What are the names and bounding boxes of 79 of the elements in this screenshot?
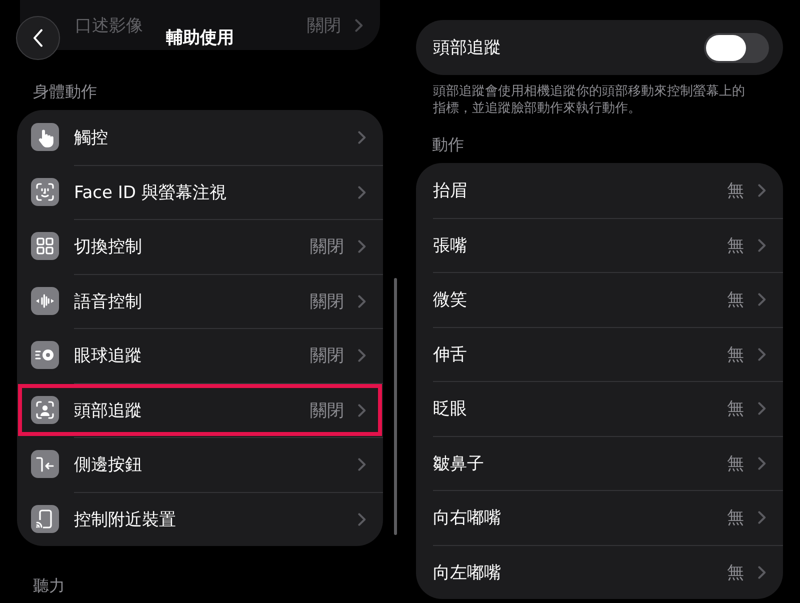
chevron-icon [358, 349, 366, 362]
row-value: 無 [727, 452, 744, 475]
chevron-icon [355, 18, 363, 32]
row-label: 張嘴 [433, 234, 468, 257]
person-frame-icon [31, 396, 59, 424]
chevron-icon [758, 293, 766, 306]
chevron-icon [758, 238, 766, 252]
chevron-icon [758, 566, 766, 579]
row-value: 無 [727, 234, 744, 257]
row-label: 微笑 [433, 289, 468, 312]
row-label: 語音控制 [74, 290, 143, 313]
chevron-icon [758, 456, 766, 470]
settings-row[interactable]: 向右嘟嘴 無 [416, 490, 783, 544]
settings-row[interactable]: 微笑 無 [416, 272, 783, 326]
settings-row[interactable]: 語音控制 關閉 [17, 274, 383, 328]
description-text: 頭部追蹤會使用相機追蹤你的頭部移動來控制螢幕上的指標，並追蹤臉部動作來執行動作。 [433, 83, 746, 117]
row-value: 無 [727, 180, 744, 202]
row-value: 無 [727, 344, 744, 366]
settings-row[interactable]: 觸控 [17, 110, 383, 164]
chevron-icon [758, 511, 766, 524]
settings-row[interactable]: 眨眼 無 [416, 381, 783, 436]
row-value: 關閉 [310, 236, 344, 258]
row-label: 皺鼻子 [433, 452, 485, 475]
row-value: 關閉 [307, 14, 341, 36]
chevron-icon [758, 402, 766, 416]
chevron-icon [358, 130, 366, 144]
settings-row[interactable]: 皺鼻子 無 [416, 436, 783, 490]
settings-row[interactable]: 眼球追蹤 關閉 [17, 328, 383, 382]
row-label: 觸控 [74, 126, 109, 149]
row-value: 無 [727, 398, 744, 420]
row-value: 無 [727, 562, 744, 584]
row-label: 抬眉 [433, 180, 468, 202]
settings-row[interactable]: 抬眉 無 [416, 163, 783, 218]
chevron-left-icon [33, 28, 43, 46]
row-label: 控制附近裝置 [74, 508, 177, 531]
toggle-switch[interactable] [704, 32, 769, 62]
row-value: 關閉 [310, 290, 344, 313]
chevron-icon [358, 512, 366, 526]
hand-pointer-icon [31, 123, 59, 152]
section-header: 身體動作 [32, 81, 98, 103]
settings-row[interactable]: 控制附近裝置 [17, 492, 383, 546]
row-label: 向左嘟嘴 [433, 562, 502, 584]
chevron-icon [758, 348, 766, 361]
chevron-icon [358, 240, 366, 254]
face-frame-icon [31, 178, 59, 206]
chevron-icon [358, 458, 366, 472]
row-label: 頭部追蹤 [74, 400, 143, 422]
settings-row[interactable]: 張嘴 無 [416, 218, 783, 272]
settings-row[interactable]: 伸舌 無 [416, 326, 783, 381]
chevron-icon [358, 294, 366, 308]
row-value: 無 [727, 507, 744, 530]
row-label: 口述影像 [75, 14, 143, 36]
settings-row[interactable]: 頭部追蹤 關閉 [17, 382, 383, 437]
section-header: 動作 [431, 134, 465, 156]
chevron-icon [358, 186, 366, 199]
settings-row[interactable]: Face ID 與螢幕注視 [17, 164, 383, 219]
settings-row[interactable]: 向左嘟嘴 無 [416, 544, 783, 599]
chevron-icon [358, 404, 366, 417]
row-label: 側邊按鈕 [74, 454, 143, 476]
row-value: 關閉 [310, 345, 344, 368]
row-label: 眨眼 [433, 398, 468, 420]
row-label: 伸舌 [433, 344, 468, 366]
row-label: 眼球追蹤 [74, 345, 143, 368]
toggle-label: 頭部追蹤 [433, 37, 502, 59]
row-label: 向右嘟嘴 [433, 507, 502, 530]
waveform-icon [31, 286, 59, 315]
row-value: 關閉 [310, 400, 344, 422]
page-title: 輔助使用 [166, 27, 234, 49]
settings-row[interactable]: 側邊按鈕 [17, 437, 383, 492]
arrow-bracket-icon [31, 450, 59, 478]
phone-signal-icon [31, 504, 59, 533]
row-label: Face ID 與螢幕注視 [74, 182, 228, 204]
section-header: 聽力 [32, 575, 66, 597]
row-label: 切換控制 [74, 236, 143, 258]
chevron-icon [758, 184, 766, 197]
back-button[interactable] [16, 16, 60, 60]
grid-icon [31, 232, 59, 260]
settings-row[interactable]: 切換控制 關閉 [17, 219, 383, 274]
row-value: 無 [727, 289, 744, 312]
